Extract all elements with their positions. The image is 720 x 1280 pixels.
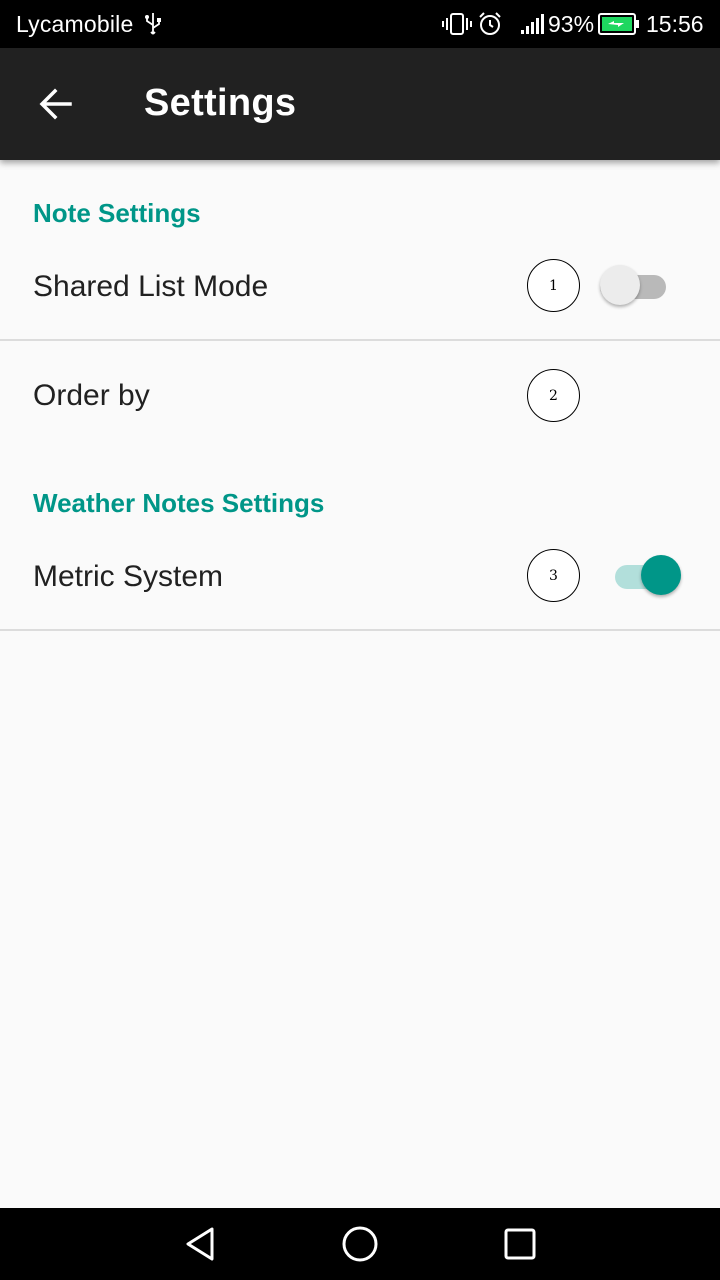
alarm-icon	[479, 12, 501, 35]
section-header-weather-notes-settings: Weather Notes Settings	[33, 488, 325, 518]
status-bar: Lycamobile 93% 15:56	[0, 0, 720, 48]
toggle-thumb	[641, 555, 681, 595]
section-header-note-settings: Note Settings	[33, 198, 201, 228]
pref-label-order-by: Order by	[33, 379, 150, 412]
carrier-name: Lycamobile	[16, 11, 134, 37]
annotation-marker-1: 1	[527, 259, 580, 312]
divider	[0, 629, 720, 631]
shared-list-mode-toggle[interactable]	[600, 265, 666, 309]
app-bar: Settings	[0, 48, 720, 160]
signal-icon	[521, 14, 544, 34]
page-title: Settings	[144, 82, 297, 124]
pref-shared-list-mode[interactable]: Shared List Mode 1	[0, 240, 720, 338]
pref-order-by[interactable]: Order by 2	[0, 341, 720, 447]
arrow-back-icon	[39, 88, 72, 120]
clock: 15:56	[646, 11, 704, 37]
pref-label-metric-system: Metric System	[33, 560, 224, 593]
annotation-marker-3: 3	[527, 549, 580, 602]
vibrate-icon	[442, 13, 472, 35]
battery-charging-icon	[598, 13, 639, 35]
pref-metric-system[interactable]: Metric System 3	[0, 530, 720, 628]
pref-label-shared-list-mode: Shared List Mode	[33, 270, 269, 303]
home-circle-icon[interactable]	[340, 1224, 380, 1264]
battery-percent: 93%	[548, 11, 595, 37]
back-triangle-icon[interactable]	[180, 1224, 220, 1264]
recents-square-icon[interactable]	[500, 1224, 540, 1264]
toggle-thumb	[600, 265, 640, 305]
back-button[interactable]	[30, 78, 82, 130]
usb-icon	[145, 13, 161, 35]
metric-system-toggle[interactable]	[615, 555, 681, 599]
annotation-marker-2: 2	[527, 369, 580, 422]
navigation-bar	[0, 1208, 720, 1280]
